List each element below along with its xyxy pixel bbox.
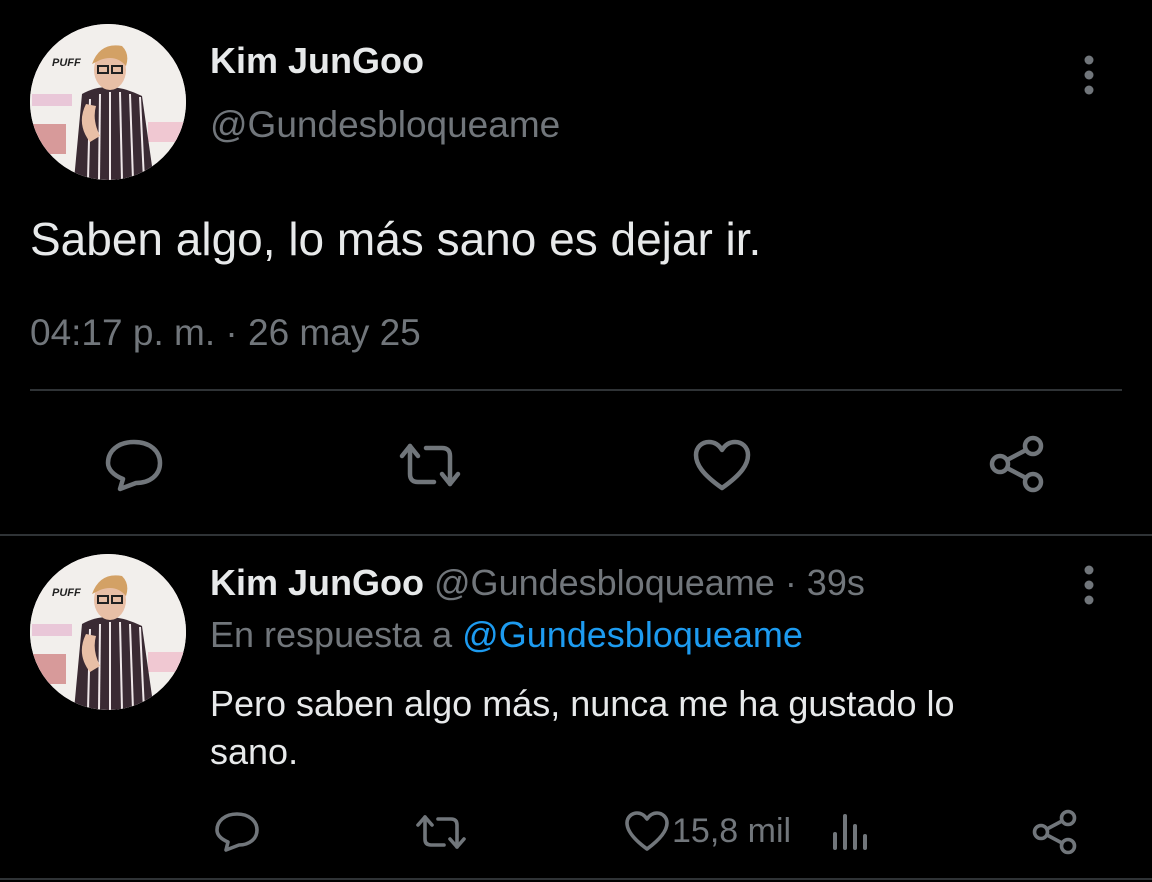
divider [30,389,1122,391]
avatar-caption: PUFF [52,587,81,599]
tweet-age[interactable]: · 39s [785,562,865,603]
tweet-text: Saben algo, lo más sano es dejar ir. [30,213,762,265]
more-options-icon[interactable] [1079,54,1099,103]
reply-header: Kim JunGoo @Gundesbloqueame · 39s [210,562,865,604]
tweet-separator [0,878,1152,880]
tweet-text: Pero saben algo más, nunca me ha gustado… [210,680,955,776]
avatar[interactable]: PUFF [30,24,186,180]
more-options-icon[interactable] [1079,564,1099,613]
share-icon[interactable] [1030,808,1080,861]
author-name[interactable]: Kim JunGoo [210,40,424,82]
share-icon[interactable] [986,434,1048,499]
avatar-caption: PUFF [52,57,81,69]
like-icon [625,811,669,851]
tweet-text-line: sano. [210,731,299,772]
replying-to: En respuesta a @Gundesbloqueame [210,614,803,656]
reply-icon[interactable] [104,436,164,497]
replying-to-handle-link[interactable]: @Gundesbloqueame [462,614,803,655]
author-handle[interactable]: @Gundesbloqueame [434,562,775,603]
tweet-text-line: Pero saben algo más, nunca me ha gustado… [210,683,955,724]
like-count: 15,8 mil [672,811,792,850]
author-handle[interactable]: @Gundesbloqueame [210,104,560,146]
retweet-icon[interactable] [396,440,464,495]
views-icon[interactable] [830,812,870,857]
author-name[interactable]: Kim JunGoo [210,562,424,603]
like-icon[interactable] [692,438,752,497]
replying-to-label: En respuesta a [210,614,453,655]
retweet-icon[interactable] [414,812,468,857]
reply-icon[interactable] [214,810,260,859]
like-button[interactable]: 15,8 mil [624,810,791,852]
tweet-separator [0,534,1152,536]
tweet-timestamp[interactable]: 04:17 p. m. · 26 may 25 [30,312,421,354]
avatar[interactable]: PUFF [30,554,186,710]
